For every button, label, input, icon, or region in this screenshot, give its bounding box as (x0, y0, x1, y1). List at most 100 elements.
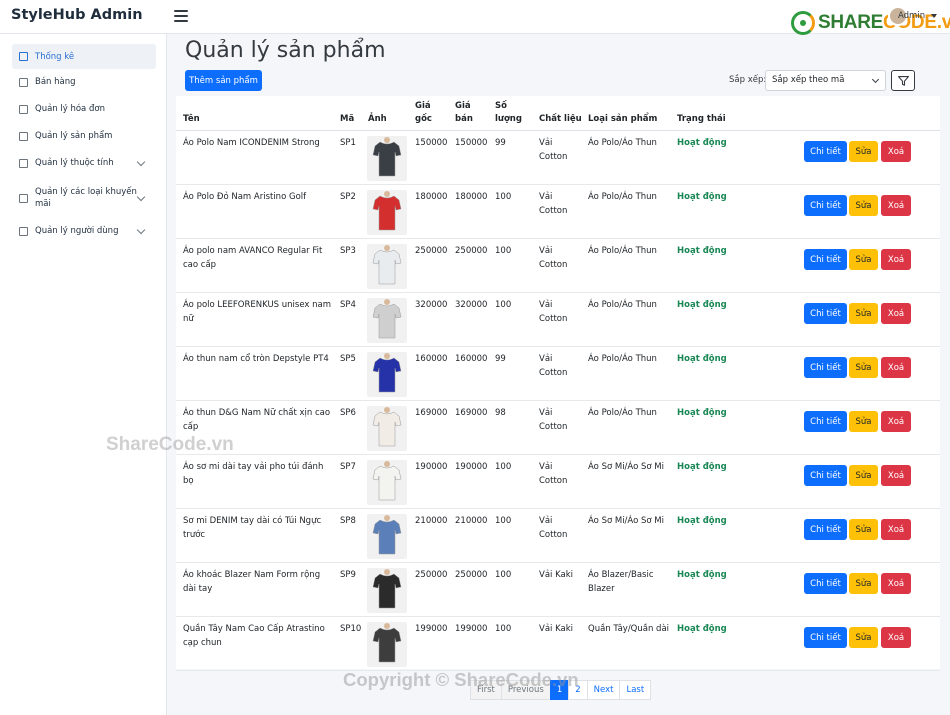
cell-price-sale: 250000 (455, 246, 488, 256)
table-row: Áo sơ mi dài tay vải pho túi đánh bọ SP7 1… (176, 455, 940, 509)
product-image (367, 514, 407, 559)
detail-button[interactable]: Chi tiết (804, 303, 847, 324)
edit-button[interactable]: Sửa (849, 411, 878, 432)
cell-quantity: 100 (495, 570, 512, 580)
cell-price-sale: 250000 (455, 570, 488, 580)
edit-button[interactable]: Sửa (849, 249, 878, 270)
sidebar-item-2[interactable]: Bán hàng (12, 71, 156, 93)
delete-button[interactable]: Xoá (881, 411, 911, 432)
edit-button[interactable]: Sửa (849, 573, 878, 594)
cell-price-original: 190000 (415, 462, 448, 472)
sidebar-item-3[interactable]: Quản lý hóa đơn (12, 98, 156, 120)
cell-price-original: 250000 (415, 246, 448, 256)
delete-button[interactable]: Xoá (881, 141, 911, 162)
cell-quantity: 100 (495, 192, 512, 202)
sidebar-item-6[interactable]: Quản lý các loại khuyến mãi (12, 181, 156, 215)
cell-material: Vải Kaki (539, 570, 574, 580)
detail-button[interactable]: Chi tiết (804, 627, 847, 648)
cell-price-sale: 150000 (455, 138, 488, 148)
edit-button[interactable]: Sửa (849, 141, 878, 162)
cell-status: Hoạt động (677, 138, 727, 148)
sidebar-item-icon (19, 158, 28, 168)
admin-name[interactable]: Admin (898, 11, 925, 21)
sidebar-item-icon (19, 193, 28, 203)
cell-quantity: 99 (495, 354, 506, 364)
edit-button[interactable]: Sửa (849, 627, 878, 648)
delete-button[interactable]: Xoá (881, 303, 911, 324)
detail-button[interactable]: Chi tiết (804, 573, 847, 594)
sidebar-item-icon (19, 77, 28, 87)
cell-price-sale: 210000 (455, 516, 488, 526)
pagination-next[interactable]: Next (586, 680, 621, 700)
chevron-down-icon[interactable] (136, 157, 146, 166)
cell-price-original: 199000 (415, 624, 448, 634)
sidebar-item-icon (19, 131, 28, 141)
cell-name: Áo thun D&G Nam Nữ chất xịn cao cấp (183, 408, 331, 432)
add-product-button[interactable]: Thêm sản phẩm (185, 70, 262, 91)
cell-name: Quần Tây Nam Cao Cấp Atrastino cạp chun (183, 624, 325, 648)
table-row: Áo polo nam AVANCO Regular Fit cao cấp SP… (176, 239, 940, 293)
pagination-last[interactable]: Last (619, 680, 652, 700)
edit-button[interactable]: Sửa (849, 519, 878, 540)
col-header-code: Mã (340, 114, 355, 124)
cell-name: Áo Polo Đỏ Nam Aristino Golf (183, 192, 307, 202)
cell-price-original: 150000 (415, 138, 448, 148)
table-row: Sơ mi DENIM tay dài có Túi Ngực trước SP8… (176, 509, 940, 563)
cell-quantity: 99 (495, 138, 506, 148)
watermark-middle: ShareCode.vn (106, 434, 234, 455)
cell-material: Vải Cotton (539, 138, 568, 162)
delete-button[interactable]: Xoá (881, 249, 911, 270)
delete-button[interactable]: Xoá (881, 627, 911, 648)
detail-button[interactable]: Chi tiết (804, 195, 847, 216)
edit-button[interactable]: Sửa (849, 303, 878, 324)
cell-code: SP7 (340, 462, 356, 472)
cell-quantity: 98 (495, 408, 506, 418)
cell-category: Áo Polo/Áo Thun (588, 192, 657, 202)
delete-button[interactable]: Xoá (881, 465, 911, 486)
cell-material: Vải Kaki (539, 624, 574, 634)
hamburger-menu-icon[interactable] (174, 10, 188, 22)
sort-label: Sắp xếp: (729, 75, 767, 85)
delete-button[interactable]: Xoá (881, 195, 911, 216)
detail-button[interactable]: Chi tiết (804, 357, 847, 378)
table-row: Áo Polo Nam ICONDENIM Strong SP1 150000 150… (176, 131, 940, 185)
sidebar-item-icon (19, 104, 28, 114)
detail-button[interactable]: Chi tiết (804, 465, 847, 486)
cell-category: Áo Polo/Áo Thun (588, 408, 657, 418)
chevron-down-icon[interactable] (136, 225, 146, 234)
product-image (367, 244, 407, 289)
delete-button[interactable]: Xoá (881, 573, 911, 594)
cell-category: Áo Polo/Áo Thun (588, 354, 657, 364)
cell-status: Hoạt động (677, 354, 727, 364)
table-row: Quần Tây Nam Cao Cấp Atrastino cạp chun S… (176, 617, 940, 671)
filter-button[interactable] (891, 70, 915, 91)
detail-button[interactable]: Chi tiết (804, 141, 847, 162)
cell-price-sale: 320000 (455, 300, 488, 310)
delete-button[interactable]: Xoá (881, 357, 911, 378)
col-header-quantity: Số lượng (495, 101, 522, 124)
detail-button[interactable]: Chi tiết (804, 249, 847, 270)
chevron-down-icon[interactable] (931, 14, 937, 18)
brand-title[interactable]: StyleHub Admin (11, 7, 143, 23)
sort-select[interactable]: Sắp xếp theo mã (765, 70, 886, 91)
edit-button[interactable]: Sửa (849, 465, 878, 486)
cell-material: Vải Cotton (539, 462, 568, 486)
sidebar-item-5[interactable]: Quản lý thuộc tính (12, 152, 156, 174)
detail-button[interactable]: Chi tiết (804, 411, 847, 432)
sidebar-item-1[interactable]: Thống kê (12, 44, 156, 69)
cell-status: Hoạt động (677, 624, 727, 634)
sidebar-item-7[interactable]: Quản lý người dùng (12, 220, 156, 242)
delete-button[interactable]: Xoá (881, 519, 911, 540)
edit-button[interactable]: Sửa (849, 195, 878, 216)
cell-material: Vải Cotton (539, 516, 568, 540)
chevron-down-icon[interactable] (136, 192, 146, 201)
cell-category: Áo Blazer/Basic Blazer (588, 570, 654, 594)
col-header-price-sale: Giá bán (455, 101, 473, 124)
detail-button[interactable]: Chi tiết (804, 519, 847, 540)
cell-price-original: 160000 (415, 354, 448, 364)
product-image (367, 568, 407, 613)
cell-status: Hoạt động (677, 192, 727, 202)
edit-button[interactable]: Sửa (849, 357, 878, 378)
cell-quantity: 100 (495, 300, 512, 310)
sidebar-item-4[interactable]: Quản lý sản phẩm (12, 125, 156, 147)
